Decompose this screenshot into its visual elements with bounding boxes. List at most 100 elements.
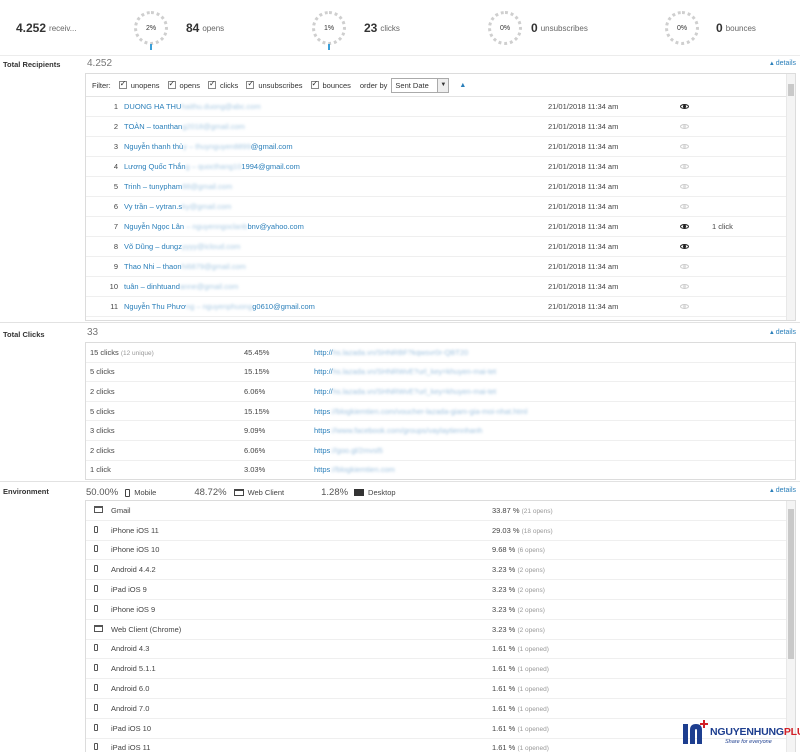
device-icon-wrap	[94, 664, 98, 673]
click-count: 1 click	[712, 222, 733, 231]
client-share: 3.23 % (2 opens)	[492, 585, 545, 594]
recipient-row[interactable]: 10 tuân – dinhtuandanne@gmail.com 21/01/20…	[86, 277, 795, 297]
recipient-row[interactable]: 7 Nguyễn Ngọc Lân – nguyenngoclanbbnv@yah…	[86, 217, 795, 237]
filter-unopens-checkbox[interactable]	[118, 79, 127, 89]
row-number: 5	[113, 182, 118, 191]
click-pct: 6.06%	[244, 445, 266, 455]
client-opens: (18 opens)	[521, 527, 553, 535]
section-divider	[0, 481, 800, 482]
click-url-link[interactable]: https://blogkiemtien.com/voucher-lazada-…	[314, 407, 527, 416]
client-opens: (6 opens)	[517, 547, 545, 555]
recipient-email-redacted: hi6879@gmail.com	[181, 262, 246, 271]
click-count-cell: 5 clicks	[90, 407, 115, 416]
clicks-title: Total Clicks	[3, 330, 45, 339]
device-icon-wrap	[94, 604, 98, 614]
filter-unsubscribes-checkbox[interactable]	[246, 79, 255, 89]
recipient-email-visible: g0610@gmail.com	[252, 302, 315, 311]
client-pct: 3.23 %	[492, 604, 516, 614]
recipient-email-redacted: g – quocthang10	[185, 162, 242, 171]
environment-row: Android 5.1.1 1.61 % (1 opened)	[86, 659, 795, 680]
window-icon	[94, 505, 103, 513]
eye-icon	[680, 144, 689, 149]
recipient-name[interactable]: tuân – dinhtuandanne@gmail.com	[124, 282, 544, 291]
recipient-name[interactable]: Nguyễn Thu Phương – nguyenphuongg0610@gm…	[124, 302, 544, 311]
device-icon-wrap	[94, 743, 98, 752]
click-url-visible: https	[314, 426, 331, 436]
recipient-row[interactable]: 8 Võ Dũng – dungzyyyy@icloud.com 21/01/201…	[86, 237, 795, 257]
sent-date: 21/01/2018 11:34 am	[548, 102, 619, 111]
recipient-name[interactable]: Võ Dũng – dungzyyyy@icloud.com	[124, 242, 544, 251]
client-name: iPad iOS 11	[111, 743, 151, 752]
logo-mark-icon	[683, 720, 708, 744]
recipient-row[interactable]: 3 Nguyễn thanh thủy – thuynguyen8899@gmai…	[86, 137, 795, 157]
recipient-name[interactable]: DUONG HA THUhaithu.duong@abc.com	[124, 102, 544, 111]
recipient-email-redacted: – nguyenngoclanb	[184, 222, 248, 231]
recipient-row[interactable]: 2 TOÀN – toanthang2018@gmail.com 21/01/201…	[86, 117, 795, 137]
filter-clicks-label: clicks	[219, 80, 239, 90]
client-name: iPhone iOS 9	[111, 604, 156, 614]
client-name: Android 7.0	[111, 703, 150, 713]
section-divider	[0, 322, 800, 323]
recipients-panel: Filter: unopens opens clicks unsubscribe…	[85, 73, 796, 321]
logo-brand: NGUYENHUNGPLUS	[710, 726, 800, 738]
mobile-icon	[94, 684, 98, 692]
clicks-details-link[interactable]: ▲details	[769, 329, 796, 336]
client-name: iPhone iOS 10	[111, 545, 160, 555]
filter-bounces-checkbox[interactable]	[310, 79, 319, 89]
recipient-email-visible: @gmail.com	[250, 142, 293, 151]
recipient-name[interactable]: Trinh – tunypham88@gmail.com	[124, 182, 544, 191]
click-url-link[interactable]: http://hs.lazada.vn/SHNRBF?kqwsvr0r-QBT2…	[314, 348, 468, 357]
clicks-value: 23	[364, 21, 378, 35]
click-url-redacted: hs.lazada.vn/SHNRWvE?url_key=khuyen-mai-…	[332, 386, 497, 396]
recipient-row[interactable]: 1 DUONG HA THUhaithu.duong@abc.com 21/01/2…	[86, 97, 795, 117]
recipient-name[interactable]: Nguyễn Ngọc Lân – nguyenngoclanbbnv@yaho…	[124, 222, 544, 231]
filter-opens-checkbox[interactable]	[167, 79, 176, 89]
recipient-name[interactable]: Nguyễn thanh thủy – thuynguyen8899@gmail…	[124, 142, 544, 151]
sent-date: 21/01/2018 11:34 am	[548, 222, 619, 231]
sort-direction-icon[interactable]: ▲	[459, 82, 466, 89]
environment-details-link[interactable]: ▲details	[769, 487, 796, 494]
scrollbar-thumb[interactable]	[788, 509, 794, 659]
filter-clicks-checkbox[interactable]	[207, 79, 216, 89]
eye-icon	[680, 204, 689, 209]
recipient-name-text: Nguyễn thanh thủ	[124, 142, 184, 151]
receivers-label: receiv...	[49, 23, 77, 33]
client-opens: (2 opens)	[517, 626, 545, 634]
client-name: iPad iOS 10	[111, 723, 152, 733]
recipient-name[interactable]: Thao Nhi – thaonhi6879@gmail.com	[124, 262, 544, 271]
click-count-text: 2 clicks	[90, 386, 115, 396]
recipient-row[interactable]: 6 Vy trần – vytran.sky@gmail.com 21/01/201…	[86, 197, 795, 217]
recipient-row[interactable]: 11 Nguyễn Thu Phương – nguyenphuongg0610@…	[86, 297, 795, 317]
click-url-link[interactable]: http://hs.lazada.vn/SHNRWvE?url_key=khuy…	[314, 387, 496, 396]
web-client-label: Web Client	[247, 488, 285, 497]
device-icon-wrap	[94, 565, 98, 574]
recipient-name[interactable]: Lương Quốc Thắng – quocthang101994@gmail…	[124, 162, 544, 171]
recipient-row[interactable]: 4 Lương Quốc Thắng – quocthang101994@gmai…	[86, 157, 795, 177]
click-url-link[interactable]: https://goo.gl/2mvsl5	[314, 446, 383, 455]
recipient-row[interactable]: 5 Trinh – tunypham88@gmail.com 21/01/2018 …	[86, 177, 795, 197]
environment-row: Gmail 33.87 % (21 opens)	[86, 501, 795, 521]
recipient-row[interactable]: 9 Thao Nhi – thaonhi6879@gmail.com 21/01/2…	[86, 257, 795, 277]
recipient-email-redacted: haithu.duong@abc.com	[181, 102, 261, 111]
filter-label: Filter:	[92, 80, 111, 90]
click-url-link[interactable]: http://hs.lazada.vn/SHNRWvE?url_key=khuy…	[314, 367, 496, 376]
environment-scrollbar[interactable]	[786, 501, 795, 752]
bounces-label: bounces	[725, 23, 756, 33]
click-count-cell: 1 click	[90, 465, 111, 474]
order-by-select[interactable]: Sent Date ▼	[391, 77, 450, 93]
click-row: 5 clicks 15.15% https://blogkiemtien.com/…	[86, 402, 795, 422]
recipients-scrollbar[interactable]	[786, 74, 795, 320]
click-url-link[interactable]: https://blogkiemtien.com	[314, 465, 395, 474]
recipients-details-link[interactable]: ▲details	[769, 60, 796, 67]
recipient-email-redacted: y – thuynguyen8899	[183, 142, 251, 151]
click-url-visible: https	[314, 406, 331, 416]
recipient-name[interactable]: Vy trần – vytran.sky@gmail.com	[124, 202, 544, 211]
click-url-link[interactable]: https://www.facebook.com/groups/vaylayti…	[314, 426, 482, 435]
scrollbar-thumb[interactable]	[788, 84, 794, 96]
mobile-icon	[94, 644, 98, 652]
client-pct: 29.03 %	[492, 525, 520, 535]
recipient-name[interactable]: TOÀN – toanthang2018@gmail.com	[124, 122, 544, 131]
recipients-count: 4.252	[87, 58, 113, 69]
environment-row: Android 6.0 1.61 % (1 opened)	[86, 679, 795, 699]
environment-row: Android 7.0 1.61 % (1 opened)	[86, 699, 795, 719]
